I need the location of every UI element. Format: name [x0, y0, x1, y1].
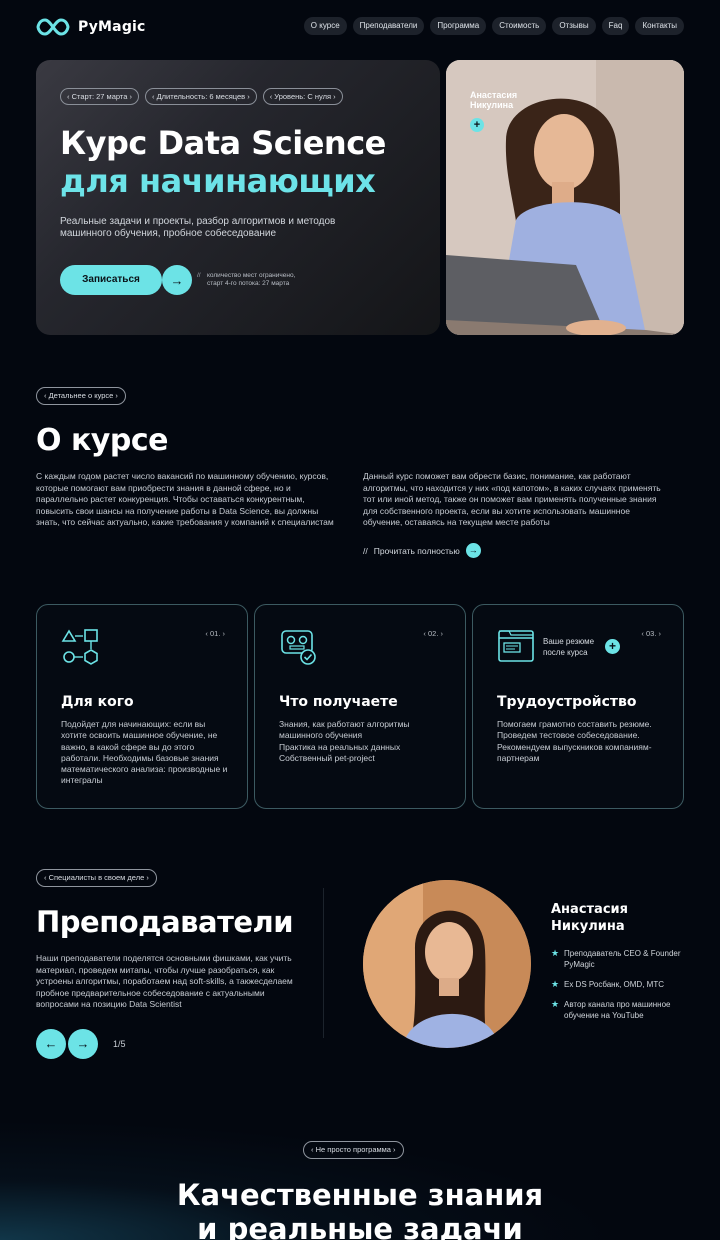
arrow-left-icon: ← [44, 1036, 58, 1051]
hero-card: ‹ Старт: 27 марта › ‹ Длительность: 6 ме… [36, 60, 440, 335]
teachers-tag[interactable]: ‹ Специалисты в своем деле › [36, 869, 157, 887]
hero-title-main: Курс Data Science [60, 124, 386, 162]
card-title: Для кого [61, 694, 134, 710]
slash-icon: // [197, 272, 201, 279]
teachers-text: Наши преподаватели поделятся основными ф… [36, 953, 293, 1009]
resume-line2: после курса [543, 648, 588, 657]
card-title: Что получаете [279, 694, 398, 710]
prev-button[interactable]: ← [36, 1029, 66, 1059]
nav-contacts[interactable]: Контакты [635, 17, 684, 35]
star-icon: ★ [551, 979, 560, 989]
program-tag[interactable]: ‹ Не просто программа › [303, 1141, 404, 1159]
card-number: ‹ 03. › [641, 629, 661, 638]
nav-price[interactable]: Стоимость [492, 17, 547, 35]
hero-subtitle: Реальные задачи и проекты, разбор алгори… [60, 216, 336, 239]
slash-icon: // [363, 545, 368, 556]
star-icon: ★ [551, 999, 560, 1009]
plus-icon[interactable]: + [470, 118, 484, 132]
hero-title: Курс Data Science для начинающих [60, 124, 386, 200]
robot-check-icon [281, 630, 316, 665]
about-left-text: С каждым годом растет число вакансий по … [36, 471, 334, 527]
nav-reviews[interactable]: Отзывы [552, 17, 596, 35]
teacher-name: Анастасия Никулина [551, 901, 628, 935]
card-text: Подойдет для начинающих: если вы хотите … [61, 719, 228, 786]
nav-about[interactable]: О курсе [303, 17, 347, 35]
seats-note-line2: старт 4-го потока: 27 марта [207, 280, 290, 287]
fact-text: Преподаватель CEO & Founder PyMagic [564, 949, 681, 969]
divider [323, 888, 324, 1038]
shapes-flow-icon [61, 629, 98, 665]
arrow-right-icon[interactable]: → [465, 543, 481, 558]
list-item: ★ Ex DS Росбанк, OMD, МТС [551, 979, 686, 990]
signup-button[interactable]: Записаться [60, 265, 162, 295]
slide-counter: 1/5 [113, 1039, 126, 1049]
teacher-portrait [363, 880, 531, 1048]
hero-title-accent: для начинающих [60, 162, 376, 200]
about-tag[interactable]: ‹ Детальнее о курсе › [36, 387, 126, 405]
main-nav: О курсе Преподаватели Программа Стоимост… [303, 17, 684, 35]
browser-window-icon [498, 630, 534, 662]
level-chip: ‹ Уровень: С нуля › [262, 88, 343, 105]
feature-card-benefits: ‹ 02. › Что получаете Знания, как работа… [254, 604, 466, 809]
teachers-title: Преподаватели [36, 905, 294, 939]
list-item: ★ Преподаватель CEO & Founder PyMagic [551, 948, 686, 970]
seats-note-line1: количество мест ограничено, [207, 272, 296, 279]
seats-note: // количество мест ограничено, старт 4-г… [197, 272, 307, 288]
teacher-last-name: Никулина [551, 919, 625, 934]
duration-chip: ‹ Длительность: 6 месяцев › [145, 88, 257, 105]
list-item: ★ Автор канала про машинное обучение на Y… [551, 999, 686, 1021]
star-icon: ★ [551, 948, 560, 958]
start-chip: ‹ Старт: 27 марта › [60, 88, 139, 105]
card-number: ‹ 01. › [205, 629, 225, 638]
brand-name: PyMagic [78, 19, 146, 35]
read-more-label: Прочитать полностью [373, 545, 460, 556]
next-button[interactable]: → [68, 1029, 98, 1059]
teacher-facts: ★ Преподаватель CEO & Founder PyMagic ★ Ex… [551, 948, 686, 1030]
plus-icon[interactable]: + [605, 639, 620, 654]
teacher-photo-card: Анастасия Никулина + [446, 60, 684, 335]
teacher-first-name: Анастасия [551, 902, 628, 917]
nav-faq[interactable]: Faq [601, 17, 630, 35]
about-right-text: Данный курс поможет вам обрести базис, п… [363, 471, 661, 527]
teacher-caption: Анастасия Никулина [470, 90, 517, 110]
card-text: Помогаем грамотно составить резюме. Пров… [497, 719, 652, 763]
card-number: ‹ 02. › [423, 629, 443, 638]
logo[interactable]: PyMagic [36, 16, 146, 38]
hero-chips: ‹ Старт: 27 марта › ‹ Длительность: 6 ме… [60, 88, 343, 105]
feature-card-employment: Ваше резюме после курса + ‹ 03. › Трудоу… [472, 604, 684, 809]
infinity-icon [36, 18, 70, 36]
nav-program[interactable]: Программа [430, 17, 487, 35]
signup-cta: Записаться → [60, 265, 192, 295]
fact-text: Автор канала про машинное обучение на Yo… [564, 1000, 671, 1020]
fact-text: Ex DS Росбанк, OMD, МТС [564, 980, 664, 989]
read-more-link[interactable]: // Прочитать полностью → [363, 543, 481, 558]
about-title: О курсе [36, 423, 168, 458]
program-title: Качественные знания и реальные задачи [0, 1178, 720, 1240]
program-title-line2: и реальные задачи [197, 1212, 523, 1240]
resume-caption: Ваше резюме после курса [543, 636, 594, 658]
card-text: Знания, как работают алгоритмы машинного… [279, 719, 410, 763]
site-header: PyMagic О курсе Преподаватели Программа … [36, 14, 684, 42]
feature-card-audience: ‹ 01. › Для кого Подойдет для начинающих… [36, 604, 248, 809]
arrow-right-icon: → [76, 1036, 90, 1051]
teacher-first-name: Анастасия [470, 90, 518, 100]
teacher-last-name: Никулина [470, 100, 514, 110]
program-title-line1: Качественные знания [176, 1178, 544, 1212]
card-title: Трудоустройство [497, 694, 637, 710]
resume-line1: Ваше резюме [543, 637, 595, 646]
arrow-right-icon[interactable]: → [162, 265, 192, 295]
teacher-portrait-image [363, 880, 531, 1048]
nav-teachers[interactable]: Преподаватели [352, 17, 425, 35]
